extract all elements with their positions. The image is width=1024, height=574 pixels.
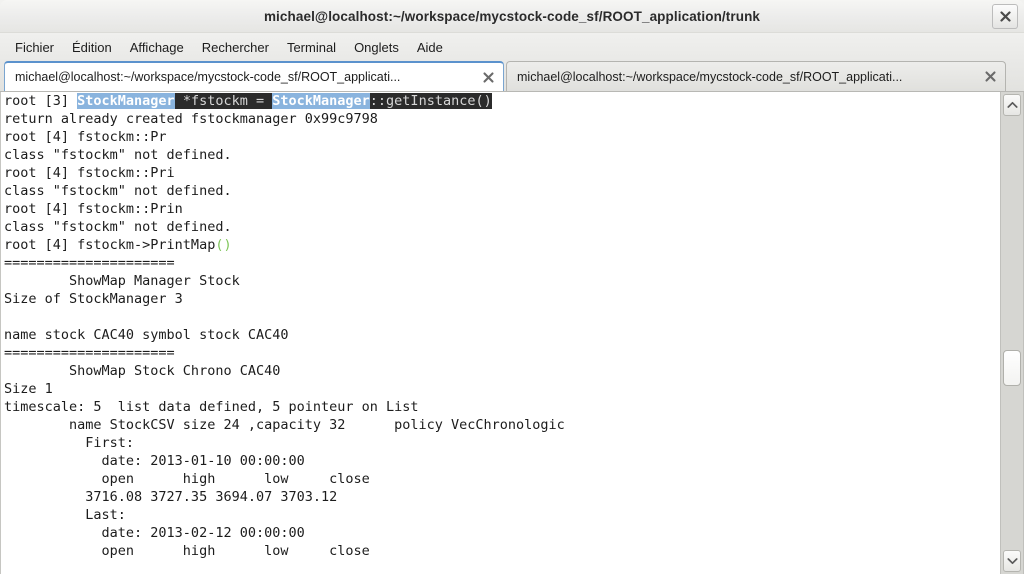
scrollbar-thumb[interactable] [1003,350,1021,386]
line-name-stock: name stock CAC40 symbol stock CAC40 [4,326,1000,344]
line-err-2: class "fstockm" not defined. [4,182,1000,200]
text-segment: StockManager [77,93,175,109]
scrollbar-track[interactable] [1003,118,1021,548]
line-first-date: date: 2013-01-10 00:00:00 [4,452,1000,470]
text-segment: name StockCSV size 24 ,capacity 32 polic… [4,417,565,433]
text-segment: return already created fstockmanager 0x9… [4,111,378,127]
text-segment: name stock CAC40 symbol stock CAC40 [4,327,289,343]
terminal-tab[interactable]: michael@localhost:~/workspace/mycstock-c… [506,61,1006,91]
text-segment: date: 2013-02-12 00:00:00 [4,525,305,541]
line-timescale: timescale: 5 list data defined, 5 pointe… [4,398,1000,416]
line-showmap-manager: ShowMap Manager Stock [4,272,1000,290]
tab-label: michael@localhost:~/workspace/mycstock-c… [15,70,401,84]
window-close-button[interactable] [992,4,1018,29]
text-segment: class "fstockm" not defined. [4,219,232,235]
text-segment: class "fstockm" not defined. [4,147,232,163]
line-blank-1 [4,308,1000,326]
chevron-up-icon [1006,101,1018,108]
menu-item-dition[interactable]: Édition [63,37,121,58]
tab-bar: michael@localhost:~/workspace/mycstock-c… [0,61,1024,92]
line-sep-2: ===================== [4,344,1000,362]
terminal-tab[interactable]: michael@localhost:~/workspace/mycstock-c… [4,61,504,91]
menu-item-onglets[interactable]: Onglets [345,37,408,58]
line-showmap-chrono: ShowMap Stock Chrono CAC40 [4,362,1000,380]
text-segment: Last: [4,507,126,523]
text-segment: timescale: 5 list data defined, 5 pointe… [4,399,419,415]
text-segment: StockManager [272,93,370,109]
scroll-up-button[interactable] [1003,94,1021,116]
close-icon [984,71,996,82]
line-prompt-4d-printmap: root [4] fstockm->PrintMap() [4,236,1000,254]
text-segment: class "fstockm" not defined. [4,183,232,199]
line-sep-1: ===================== [4,254,1000,272]
text-segment: First: [4,435,135,451]
line-prompt-4c: root [4] fstockm::Prin [4,200,1000,218]
close-icon [999,11,1011,22]
text-segment: ShowMap Manager Stock [4,273,240,289]
menu-bar: Fichier Édition Affichage Rechercher Termina… [0,33,1024,61]
text-segment: root [3] [4,93,78,109]
title-bar: michael@localhost:~/workspace/mycstock-c… [0,0,1024,33]
terminal-area: root [3] StockManager *fstockm = StockMa… [0,92,1024,574]
terminal-window: michael@localhost:~/workspace/mycstock-c… [0,0,1024,574]
line-first-label: First: [4,434,1000,452]
terminal-output[interactable]: root [3] StockManager *fstockm = StockMa… [1,92,1000,574]
line-last-header: open high low close [4,542,1000,560]
tab-close-button[interactable] [479,68,497,86]
text-segment: root [4] fstockm::Pri [4,165,175,181]
text-segment: *fstockm = [174,93,273,109]
text-segment: root [4] fstockm::Prin [4,201,183,217]
text-segment: Size 1 [4,381,53,397]
text-segment: open high low close [4,471,370,487]
text-segment: root [4] fstockm::Pr [4,129,167,145]
line-size-manager: Size of StockManager 3 [4,290,1000,308]
vertical-scrollbar[interactable] [1000,92,1024,574]
line-err-1: class "fstockm" not defined. [4,146,1000,164]
line-last-label: Last: [4,506,1000,524]
menu-item-aide[interactable]: Aide [408,37,452,58]
text-segment: 3716.08 3727.35 3694.07 3703.12 [4,489,338,505]
text-segment: Size of StockManager 3 [4,291,183,307]
menu-item-fichier[interactable]: Fichier [6,37,63,58]
chevron-down-icon [1006,558,1018,565]
text-segment: ===================== [4,345,175,361]
tab-close-button[interactable] [981,68,999,86]
line-size-1: Size 1 [4,380,1000,398]
text-segment: root [4] fstockm->PrintMap [4,237,216,253]
line-first-header: open high low close [4,470,1000,488]
tab-label: michael@localhost:~/workspace/mycstock-c… [517,69,903,84]
scroll-down-button[interactable] [1003,550,1021,572]
line-name-stockcsv: name StockCSV size 24 ,capacity 32 polic… [4,416,1000,434]
line-err-3: class "fstockm" not defined. [4,218,1000,236]
window-title: michael@localhost:~/workspace/mycstock-c… [263,8,761,24]
text-segment: () [215,237,232,253]
text-segment: date: 2013-01-10 00:00:00 [4,453,305,469]
menu-item-rechercher[interactable]: Rechercher [193,37,278,58]
line-prompt-3: root [3] StockManager *fstockm = StockMa… [4,92,1000,110]
line-return-ptr: return already created fstockmanager 0x9… [4,110,1000,128]
line-prompt-4a: root [4] fstockm::Pr [4,128,1000,146]
line-first-values: 3716.08 3727.35 3694.07 3703.12 [4,488,1000,506]
menu-item-affichage[interactable]: Affichage [121,37,193,58]
text-segment: ::getInstance() [369,93,492,109]
close-icon [482,71,494,83]
text-segment: ShowMap Stock Chrono CAC40 [4,363,281,379]
line-last-date: date: 2013-02-12 00:00:00 [4,524,1000,542]
menu-item-terminal[interactable]: Terminal [278,37,345,58]
text-segment: open high low close [4,543,370,559]
text-segment: ===================== [4,255,175,271]
line-prompt-4b: root [4] fstockm::Pri [4,164,1000,182]
